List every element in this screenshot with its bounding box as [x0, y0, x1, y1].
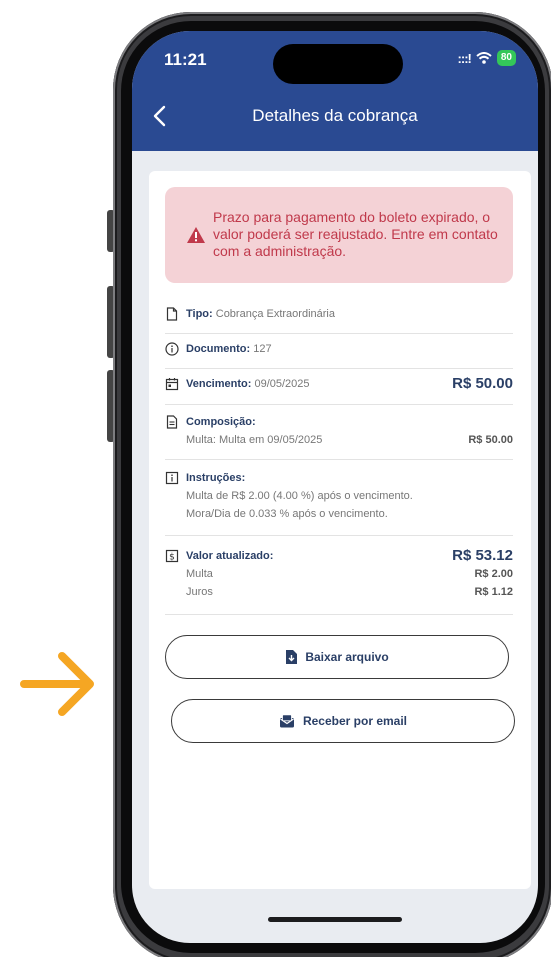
divider [165, 614, 513, 615]
info-square-icon [165, 471, 179, 485]
signal-icon: :::! [457, 50, 472, 66]
app-header: 11:21 :::! 80 Detalhes da cobrança [132, 31, 538, 151]
divider [165, 535, 513, 536]
email-icon [279, 714, 294, 728]
valor-atualizado-label: Valor atualizado: [186, 550, 274, 562]
alert-message: Prazo para pagamento do boleto expirado,… [213, 209, 498, 259]
juros-amount: R$ 1.12 [474, 586, 513, 598]
arrow-right-icon [20, 652, 94, 716]
tipo-value: Cobrança Extraordinária [215, 308, 335, 320]
multa-label: Multa [186, 568, 213, 580]
wifi-icon [476, 52, 492, 64]
instrucoes-line1: Multa de R$ 2.00 (4.00 %) após o vencime… [186, 490, 413, 502]
warning-icon [187, 227, 205, 243]
juros-label: Juros [186, 586, 213, 598]
phone-screen: 11:21 :::! 80 Detalhes da cobrança Prazo… [132, 31, 538, 943]
billing-details-card: Prazo para pagamento do boleto expirado,… [149, 171, 531, 889]
divider [165, 368, 513, 369]
instrucoes-row: Instruções: Multa de R$ 2.00 (4.00 %) ap… [165, 471, 513, 525]
dollar-icon: $ [165, 549, 179, 563]
tipo-row: Tipo: Cobrança Extraordinária [165, 307, 513, 323]
documento-row: Documento: 127 [165, 342, 513, 358]
divider [165, 459, 513, 460]
multa-amount: R$ 2.00 [474, 568, 513, 580]
page-title: Detalhes da cobrança [252, 106, 418, 125]
download-file-button[interactable]: Baixar arquivo [165, 635, 509, 679]
calendar-icon [165, 378, 179, 391]
divider [165, 404, 513, 405]
home-indicator [268, 917, 402, 922]
svg-text:$: $ [169, 553, 175, 563]
receive-email-button[interactable]: Receber por email [171, 699, 515, 743]
documento-value: 127 [253, 343, 272, 355]
file-download-icon [286, 650, 298, 664]
dynamic-island [273, 44, 403, 84]
vencimento-row: Vencimento: 09/05/2025 R$ 50.00 [165, 375, 513, 397]
valor-atualizado-row: $ Valor atualizado: R$ 53.12 Multa R$ 2.… [165, 547, 513, 605]
status-icons: :::! 80 [458, 50, 516, 66]
documento-label: Documento: [186, 343, 251, 355]
vencimento-value: 09/05/2025 [254, 378, 310, 390]
vencimento-label: Vencimento: [186, 378, 252, 390]
composicao-label: Composição: [186, 416, 256, 428]
instrucoes-label: Instruções: [186, 472, 246, 484]
email-button-label: Receber por email [302, 714, 408, 728]
valor-atualizado-amount: R$ 53.12 [452, 547, 513, 564]
file-text-icon [166, 415, 178, 429]
expired-alert: Prazo para pagamento do boleto expirado,… [165, 187, 513, 283]
status-time: 11:21 [164, 50, 207, 69]
composicao-row: Composição: Multa: Multa em 09/05/2025 R… [165, 415, 513, 451]
composicao-item: Multa: Multa em 09/05/2025 [186, 434, 323, 446]
divider [165, 333, 513, 334]
tipo-label: Tipo: [186, 308, 213, 320]
download-button-label: Baixar arquivo [305, 650, 389, 664]
document-icon [166, 307, 178, 321]
info-icon [165, 342, 179, 356]
instrucoes-line2: Mora/Dia de 0.033 % após o vencimento. [186, 508, 388, 520]
battery-indicator: 80 [496, 50, 516, 66]
vencimento-amount: R$ 50.00 [452, 375, 513, 392]
composicao-amount: R$ 50.00 [468, 434, 513, 446]
